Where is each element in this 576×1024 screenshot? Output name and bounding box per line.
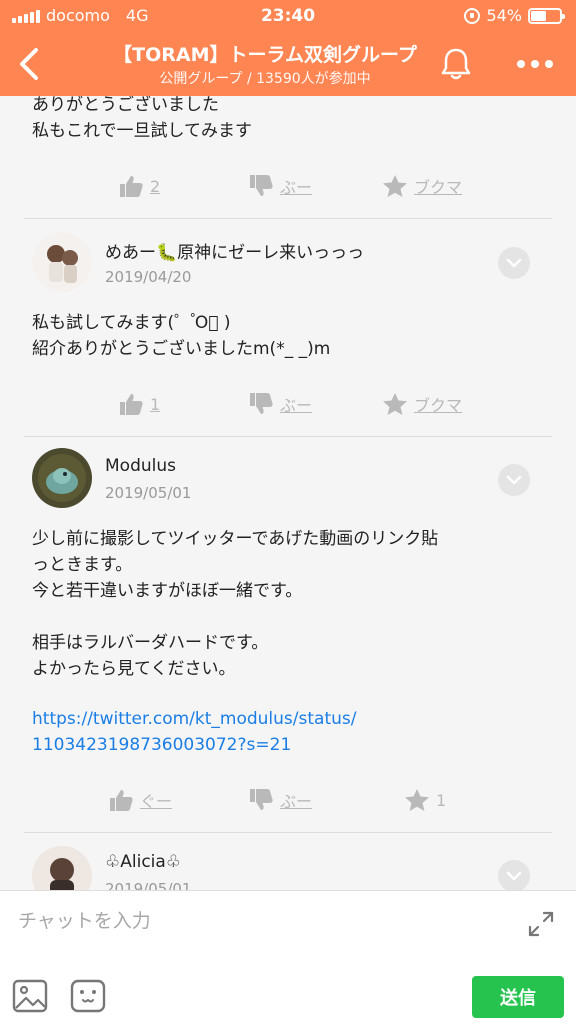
bell-icon: [441, 48, 471, 80]
bookmark-label: ブクマ: [414, 178, 463, 197]
post-date: 2019/05/01: [105, 880, 192, 890]
bookmark-count: 1: [436, 790, 447, 810]
bookmark-button[interactable]: 1: [404, 788, 446, 812]
like-count: 2: [150, 176, 161, 196]
post-date: 2019/05/01: [105, 484, 192, 502]
chevron-down-icon: [506, 475, 522, 485]
divider: [24, 436, 552, 437]
group-title: 【TORAM】トーラム双剣グループ: [113, 44, 417, 66]
post-menu-button[interactable]: [498, 464, 530, 496]
image-icon: [12, 979, 48, 1013]
sticker-icon: [70, 979, 106, 1013]
thumbs-down-icon: [250, 789, 273, 810]
post-body: ありがとうございました 私もこれで一旦試してみます: [32, 96, 252, 141]
thumbs-up-icon: [110, 790, 133, 811]
divider: [24, 832, 552, 833]
author-name: ♧Alicia♧: [105, 852, 182, 872]
avatar[interactable]: [32, 232, 92, 292]
post-body: 私も試してみます(゜ ゚O゚ ) 紹介ありがとうございましたm(*_ _)m: [32, 313, 331, 359]
thumbs-down-icon: [250, 175, 273, 196]
dislike-button[interactable]: ぶー: [248, 788, 312, 812]
like-button[interactable]: 1: [118, 392, 160, 416]
post-body: 少し前に撮影してツイッターであげた動画のリンク貼 っときます。 今と若干違います…: [32, 529, 439, 679]
bookmark-button[interactable]: ブクマ: [382, 174, 462, 198]
like-label: ぐー: [140, 792, 173, 811]
post-actions: ぐー ぶー 1: [0, 788, 576, 818]
battery-percent: 54%: [486, 6, 522, 25]
thumbs-up-icon: [120, 176, 143, 197]
divider: [24, 218, 552, 219]
orientation-lock-icon: [464, 8, 481, 24]
dot-icon: [545, 60, 553, 68]
post-menu-button[interactable]: [498, 860, 530, 890]
post-date: 2019/04/20: [105, 268, 192, 286]
dislike-button[interactable]: ぶー: [248, 174, 312, 198]
dislike-button[interactable]: ぶー: [248, 392, 312, 416]
send-button[interactable]: 送信: [472, 976, 564, 1018]
avatar-image: [32, 846, 92, 890]
dot-icon: [531, 60, 539, 68]
dislike-label: ぶー: [280, 178, 313, 197]
post-menu-button[interactable]: [498, 247, 530, 279]
image-button[interactable]: [12, 978, 48, 1014]
star-icon: [405, 789, 429, 811]
expand-button[interactable]: [526, 909, 556, 939]
like-button[interactable]: 2: [118, 174, 160, 198]
avatar[interactable]: [32, 846, 92, 890]
avatar[interactable]: [32, 448, 92, 508]
chat-input[interactable]: [18, 903, 508, 939]
thumbs-up-icon: [120, 394, 143, 415]
expand-icon: [528, 911, 554, 937]
app-header: docomo 4G 23:40 54% 【TORAM】トーラム双剣グループ 公開…: [0, 0, 576, 96]
chevron-down-icon: [506, 871, 522, 881]
star-icon: [383, 175, 407, 197]
sticker-button[interactable]: [70, 978, 106, 1014]
notification-button[interactable]: [436, 44, 476, 84]
author-name: めあー🐛原神にゼーレ来いっっっ: [105, 243, 365, 263]
back-button[interactable]: [8, 38, 52, 90]
nav-row: 【TORAM】トーラム双剣グループ 公開グループ / 13590人が参加中: [0, 32, 576, 96]
like-count: 1: [150, 394, 161, 414]
status-bar: docomo 4G 23:40 54%: [0, 0, 576, 32]
post-actions: 2 ぶー ブクマ: [0, 174, 576, 204]
post-link[interactable]: https://twitter.com/kt_modulus/status/ 1…: [32, 706, 356, 758]
group-subtitle: 公開グループ / 13590人が参加中: [159, 71, 371, 87]
star-icon: [383, 393, 407, 415]
message-feed[interactable]: ありがとうございました 私もこれで一旦試してみます 2 ぶー ブクマ めあー🐛原…: [0, 96, 576, 890]
bookmark-label: ブクマ: [414, 396, 463, 415]
dislike-label: ぶー: [280, 396, 313, 415]
chevron-down-icon: [506, 258, 522, 268]
thumbs-down-icon: [250, 393, 273, 414]
bookmark-button[interactable]: ブクマ: [382, 392, 462, 416]
author-name: Modulus: [105, 456, 176, 476]
post-actions: 1 ぶー ブクマ: [0, 392, 576, 422]
dislike-label: ぶー: [280, 792, 313, 811]
status-right: 54%: [464, 0, 565, 32]
battery-fill: [531, 11, 547, 21]
avatar-image: [32, 448, 92, 508]
chevron-left-icon: [20, 48, 38, 80]
like-button[interactable]: ぐー: [108, 788, 172, 812]
battery-icon: [528, 8, 565, 24]
avatar-image: [32, 232, 92, 292]
more-menu-button[interactable]: [510, 44, 560, 84]
dot-icon: [517, 60, 525, 68]
